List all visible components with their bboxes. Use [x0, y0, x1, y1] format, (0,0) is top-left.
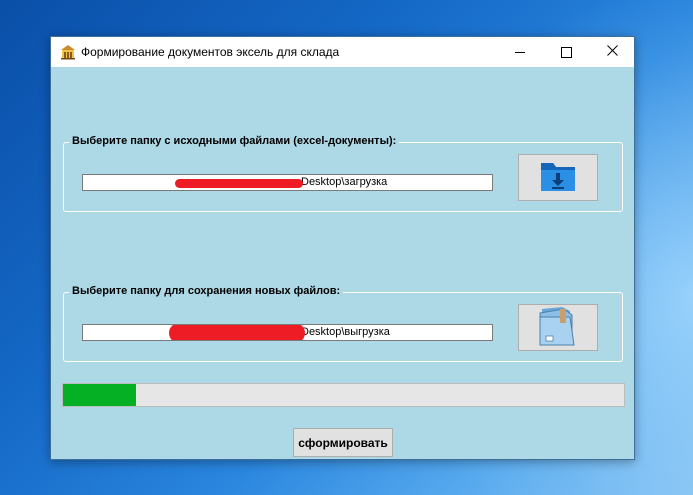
redaction-mark: [169, 325, 305, 340]
progress-fill: [63, 384, 136, 406]
maximize-icon: [560, 46, 572, 58]
minimize-button[interactable]: [497, 37, 543, 67]
window-title: Формирование документов эксель для склад…: [81, 45, 340, 59]
source-path-input[interactable]: Desktop\загрузка: [82, 174, 493, 191]
target-folder-label: Выберите папку для сохранения новых файл…: [69, 285, 344, 297]
title-bar[interactable]: Формирование документов эксель для склад…: [51, 37, 634, 67]
building-icon: [60, 44, 76, 60]
target-path-input[interactable]: Desktop\выгрузка: [82, 324, 493, 341]
redaction-mark: [175, 179, 303, 188]
close-button[interactable]: [589, 37, 635, 67]
source-path-value: Desktop\загрузка: [301, 176, 388, 188]
close-icon: [606, 43, 618, 61]
target-folder-group: Выберите папку для сохранения новых файл…: [63, 285, 623, 362]
source-folder-label: Выберите папку с исходными файлами (exce…: [69, 135, 400, 147]
app-window: Формирование документов эксель для склад…: [50, 36, 635, 460]
browse-source-button[interactable]: [518, 154, 598, 201]
maximize-button[interactable]: [543, 37, 589, 67]
progress-bar: [62, 383, 625, 407]
source-folder-group: Выберите папку с исходными файлами (exce…: [63, 135, 623, 212]
generate-button[interactable]: сформировать: [293, 428, 393, 457]
folder-open-icon: [536, 303, 580, 352]
folder-download-icon: [539, 157, 577, 198]
target-path-value: Desktop\выгрузка: [301, 326, 390, 338]
minimize-icon: [515, 51, 525, 53]
browse-target-button[interactable]: [518, 304, 598, 351]
